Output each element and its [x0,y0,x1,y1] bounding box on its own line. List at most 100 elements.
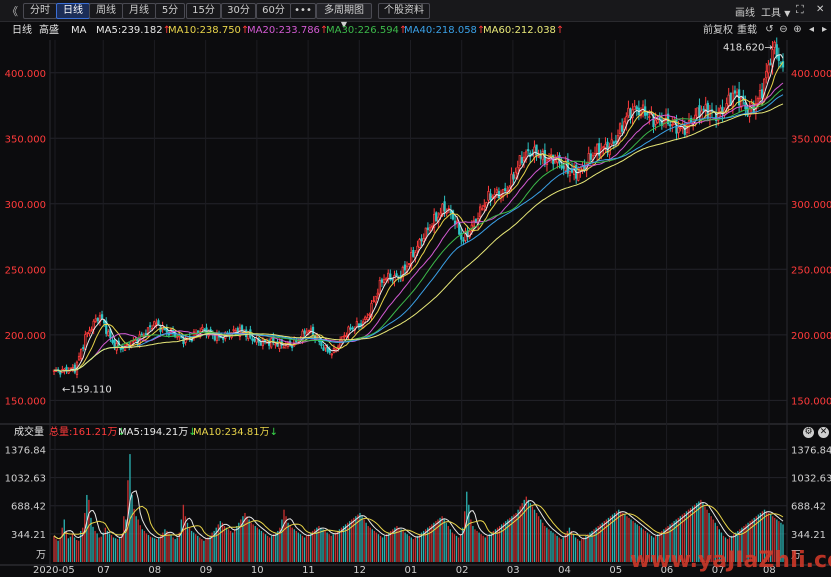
volume-bar [414,537,417,562]
price-tick-left: 200.000 [5,331,46,342]
x-tick-label: 07 [97,565,110,576]
candle-body [119,347,122,350]
volume-bar [110,535,113,562]
candle-body [376,292,379,296]
volume-bar [285,516,287,562]
volume-bar [445,522,447,562]
volume-bar [104,527,107,562]
volume-indicator-bar: 成交量 总量:161.21万↓ MA5:194.21万↓ MA10:234.81… [0,425,831,440]
candle-body [73,364,77,373]
candle-body [625,116,628,124]
stock-chart[interactable]: 400.000 400.000 350.000 350.000 300.000 300.0… [0,0,831,577]
volume-bar [289,526,291,562]
volume-bar [281,519,283,562]
volume-bar [158,537,160,562]
candle-body [537,155,540,158]
volume-bar [256,527,258,562]
volume-bar [365,522,367,562]
candle-body [483,204,486,207]
candle-body [773,41,776,48]
candle-body [735,91,739,96]
candle-body [514,171,517,179]
volume-tick-left: 688.42 [11,502,46,513]
candle-body [683,125,686,135]
candle-body [593,153,597,156]
volume-bar [527,499,530,562]
volume-bar [201,539,203,562]
candle-body [86,332,89,335]
volume-bar [84,512,86,562]
volume-ma5: MA5:194.21万↓ [118,427,197,438]
candle-body [59,370,62,375]
candle-body [357,323,361,327]
volume-bar [470,519,472,562]
candle-body [765,70,768,79]
volume-bar [176,537,178,562]
volume-bar [420,532,423,562]
candle-body [96,317,100,322]
candle-body [512,174,515,180]
candle-body [259,341,262,346]
candle-body [587,153,590,164]
price-tick-left: 250.000 [5,265,46,276]
volume-bar [554,534,556,562]
candle-body [88,330,91,335]
volume-bar [312,530,314,562]
candle-body [487,191,490,201]
candle-body [303,330,306,334]
candle-body [614,140,618,143]
candle-body [403,264,407,271]
candle-body [527,149,530,152]
volume-settings-icon[interactable]: ⚙ [803,427,814,438]
volume-bar [579,540,581,562]
candle-body [577,172,580,181]
volume-bar [252,524,254,562]
volume-bar [172,537,174,562]
volume-bar [80,530,82,562]
volume-bar [552,532,554,562]
volume-bar [205,539,207,562]
candle-body [633,105,636,111]
volume-bar [505,521,507,562]
volume-bar [258,529,261,562]
volume-bar [624,514,626,562]
candle-body [679,127,682,130]
volume-bar [143,530,146,562]
candle-body [520,157,524,164]
volume-bar [587,534,589,562]
volume-bar [433,522,435,562]
candle-body [155,322,158,325]
volume-bar [69,536,72,562]
candle-body [696,107,699,118]
candle-body [382,278,386,283]
volume-bar [336,530,339,562]
volume-bar [388,532,390,562]
price-tick-right: 400.000 [791,69,831,80]
candle-body [255,338,258,343]
volume-bar [593,529,595,562]
volume-bar [542,522,544,562]
volume-bar [277,530,279,562]
volume-bar [221,522,224,562]
volume-bar [57,540,59,562]
price-tick-right: 250.000 [791,265,831,276]
candle-body [90,328,93,331]
volume-bar [535,512,538,562]
volume-bar [114,538,117,562]
volume-bar [98,537,100,562]
volume-bar [367,526,369,562]
volume-bar [145,533,148,562]
candle-body [702,108,705,111]
volume-close-icon[interactable]: ✕ [818,427,829,438]
volume-bar [314,529,316,562]
candle-body [435,212,438,222]
candle-body [518,155,521,166]
candle-body [677,127,680,134]
volume-bar [61,527,63,562]
volume-bar [626,516,628,562]
volume-bar [100,536,102,562]
candle-body [412,249,415,257]
volume-bar [406,534,408,562]
volume-bar [431,524,433,562]
x-tick-label: 09 [200,565,213,576]
